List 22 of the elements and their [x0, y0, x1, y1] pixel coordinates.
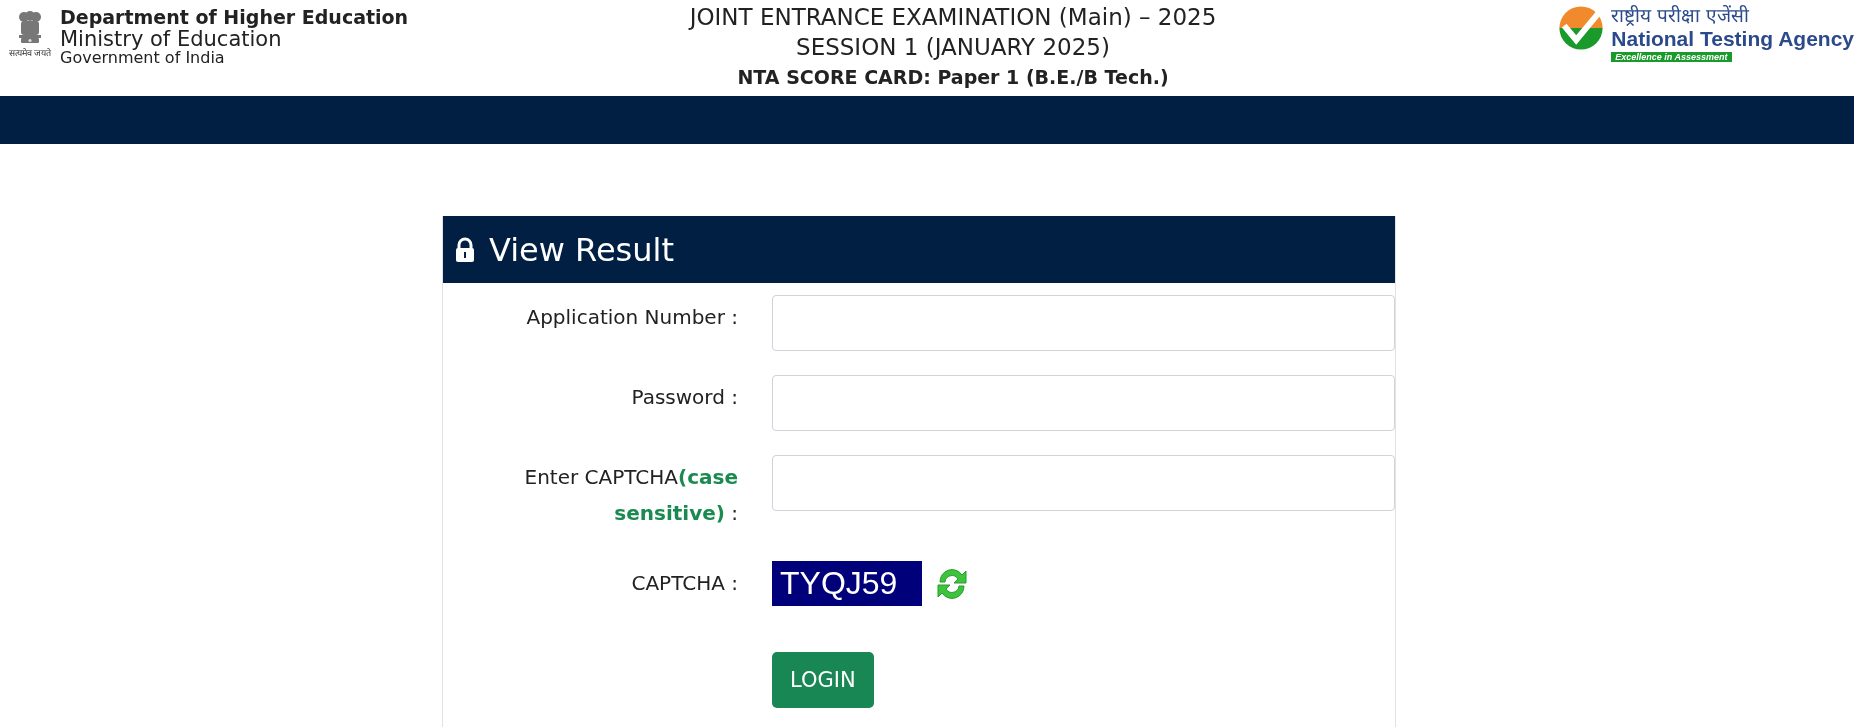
exam-title: SESSION 1 (JANUARY 2025) [795, 33, 1111, 62]
field-label: CAPTCHA : [630, 570, 738, 597]
agency-name: National Testing Agency [1611, 26, 1854, 52]
captcha-image: TYQJ59 [772, 561, 922, 606]
department-text: Department of Higher Education [60, 8, 409, 28]
lock-icon [455, 236, 475, 263]
field-label: Password : [630, 384, 738, 411]
department-text: Ministry of Education [60, 27, 282, 50]
field-label: Application Number : [525, 304, 738, 331]
check-logo-icon [1557, 4, 1606, 52]
login-button[interactable]: LOGIN [772, 652, 874, 708]
input-field[interactable] [772, 455, 1395, 511]
card-title: View Result [489, 230, 674, 269]
exam-title: JOINT ENTRANCE EXAMINATION (Main) – 2025 [689, 3, 1217, 32]
department-text: Government of India [60, 50, 226, 67]
exam-title: NTA SCORE CARD: Paper 1 (B.E./B Tech.) [736, 65, 1170, 90]
input-field[interactable] [772, 375, 1395, 431]
agency-hindi-name: राष्ट्रीय परीक्षा एजेंसी [1611, 4, 1750, 26]
agency-tagline: Excellence in Assessment [1611, 52, 1732, 62]
motto-text: सत्यमेव जयते [8, 47, 52, 59]
input-field[interactable] [772, 295, 1395, 351]
field-label: Enter CAPTCHA(case sensitive) : [523, 464, 738, 527]
